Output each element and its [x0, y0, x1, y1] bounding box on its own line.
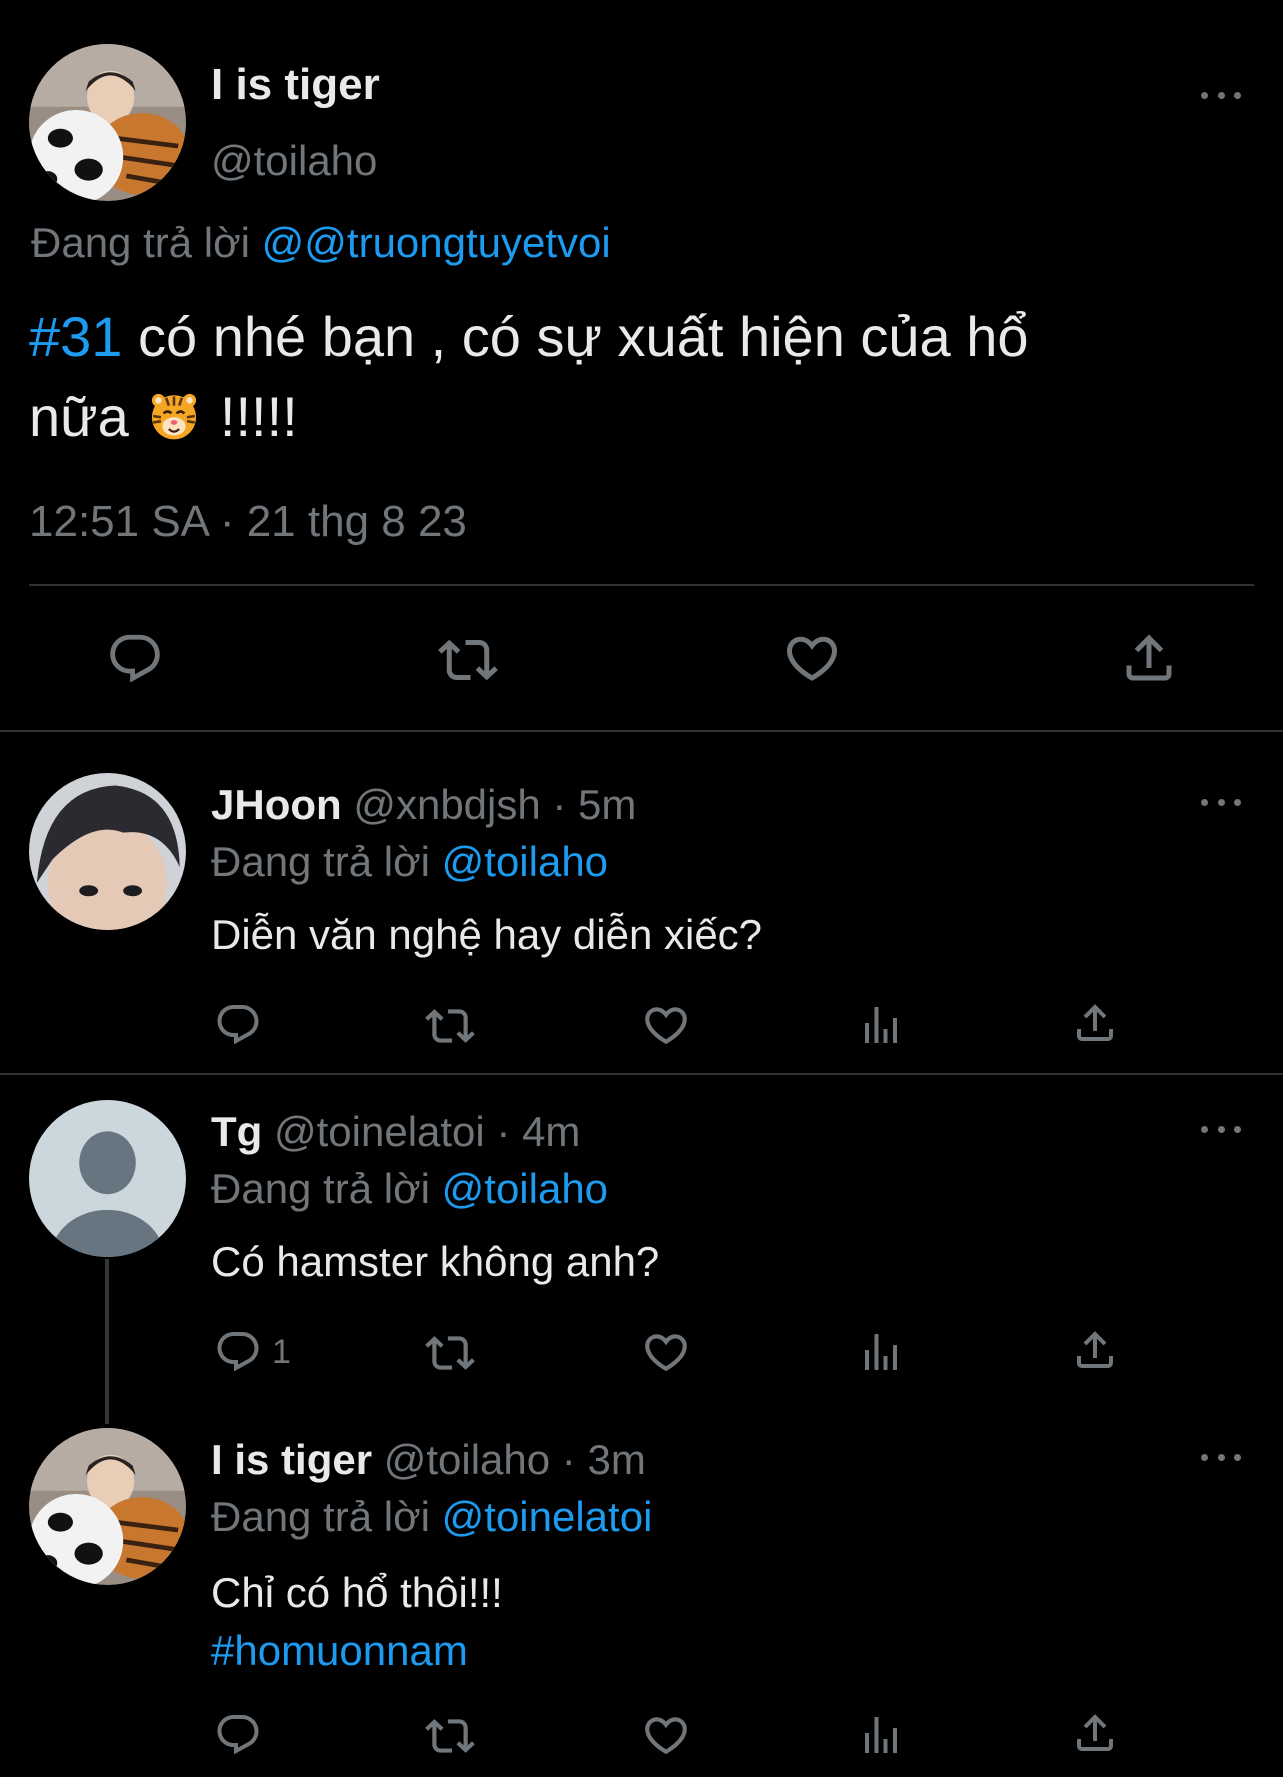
reply-target-link[interactable]: @toilaho — [442, 838, 608, 885]
reply-target-link[interactable]: @@truongtuyetvoi — [262, 219, 611, 266]
share-icon[interactable] — [1071, 1709, 1119, 1757]
main-tweet-divider — [29, 584, 1254, 586]
like-icon[interactable] — [641, 1000, 691, 1050]
reply-handle-time[interactable]: @toinelatoi · 4m — [274, 1108, 580, 1155]
reply-prefix: Đang trả lời — [211, 838, 430, 885]
main-tweet-author-handle[interactable]: @toilaho — [211, 137, 377, 185]
reply-context: Đang trả lời @toilaho — [211, 1165, 608, 1213]
reply-handle-time[interactable]: @toilaho · 3m — [384, 1436, 646, 1483]
reply-text: Diễn văn nghệ hay diễn xiếc? — [211, 911, 763, 958]
share-icon[interactable] — [1071, 999, 1119, 1047]
reply-target-link[interactable]: @toinelatoi — [442, 1493, 653, 1540]
like-icon[interactable] — [641, 1327, 691, 1377]
reply-header: I is tiger @toilaho · 3m — [211, 1436, 646, 1484]
reply-header: Tg @toinelatoi · 4m — [211, 1108, 580, 1156]
hashtag-link[interactable]: #homuonnam — [211, 1622, 503, 1680]
main-tweet-reply-context: Đang trả lời @@truongtuyetvoi — [31, 219, 611, 267]
reply-handle-time[interactable]: @xnbdjsh · 5m — [353, 781, 636, 828]
reply-author-name[interactable]: I is tiger — [211, 1436, 372, 1483]
section-divider — [0, 730, 1283, 732]
main-tweet-more-icon[interactable] — [1201, 85, 1241, 105]
hashtag-link[interactable]: #31 — [29, 305, 122, 368]
thread-line — [105, 1259, 109, 1424]
reply-target-link[interactable]: @toilaho — [442, 1165, 608, 1212]
views-icon[interactable] — [857, 1001, 905, 1049]
reply-icon[interactable] — [214, 1328, 262, 1376]
reply-more-icon[interactable] — [1201, 1119, 1241, 1139]
reply-prefix: Đang trả lời — [211, 1493, 430, 1540]
reply-count: 1 — [272, 1332, 291, 1371]
main-tweet-timestamp[interactable]: 12:51 SA · 21 thg 8 23 — [29, 497, 467, 547]
like-icon[interactable] — [641, 1710, 691, 1760]
retweet-icon[interactable] — [438, 630, 498, 690]
reply-prefix: Đang trả lời — [31, 219, 250, 266]
like-icon[interactable] — [782, 628, 842, 688]
main-tweet-text: #31 có nhé bạn , có sự xuất hiện của hổ … — [29, 297, 1259, 457]
reply-prefix: Đang trả lời — [211, 1165, 430, 1212]
main-tweet-avatar[interactable] — [29, 44, 186, 201]
reply-icon[interactable] — [214, 1001, 262, 1049]
tweet-text-line2: nữa — [29, 385, 129, 448]
reply-avatar-tiger[interactable] — [29, 1428, 186, 1585]
share-icon[interactable] — [1119, 628, 1179, 688]
reply-action[interactable]: 1 — [214, 1328, 291, 1376]
reply-icon[interactable] — [214, 1711, 262, 1759]
views-icon[interactable] — [857, 1711, 905, 1759]
section-divider — [0, 1073, 1283, 1075]
main-tweet-author-name[interactable]: I is tiger — [211, 60, 380, 110]
reply-context: Đang trả lời @toinelatoi — [211, 1493, 652, 1541]
tiger-emoji — [148, 383, 200, 440]
reply-more-icon[interactable] — [1201, 1447, 1241, 1467]
reply-author-name[interactable]: Tg — [211, 1108, 262, 1155]
tweet-text-exclaim: !!!!! — [204, 385, 298, 448]
reply-more-icon[interactable] — [1201, 792, 1241, 812]
reply-icon[interactable] — [106, 630, 164, 688]
reply-avatar-default[interactable] — [29, 1100, 186, 1257]
reply-header: JHoon @xnbdjsh · 5m — [211, 781, 636, 829]
share-icon[interactable] — [1071, 1326, 1119, 1374]
retweet-icon[interactable] — [425, 1001, 475, 1051]
views-icon[interactable] — [857, 1328, 905, 1376]
reply-author-name[interactable]: JHoon — [211, 781, 342, 828]
reply-context: Đang trả lời @toilaho — [211, 838, 608, 886]
reply-text-line: Chỉ có hổ thôi!!! — [211, 1569, 503, 1616]
reply-text: Có hamster không anh? — [211, 1238, 660, 1285]
reply-avatar-jhoon[interactable] — [29, 773, 186, 930]
tweet-text-line1: có nhé bạn , có sự xuất hiện của hổ — [122, 305, 1029, 368]
retweet-icon[interactable] — [425, 1711, 475, 1761]
reply-text: Chỉ có hổ thôi!!! #homuonnam — [211, 1564, 503, 1680]
retweet-icon[interactable] — [425, 1328, 475, 1378]
